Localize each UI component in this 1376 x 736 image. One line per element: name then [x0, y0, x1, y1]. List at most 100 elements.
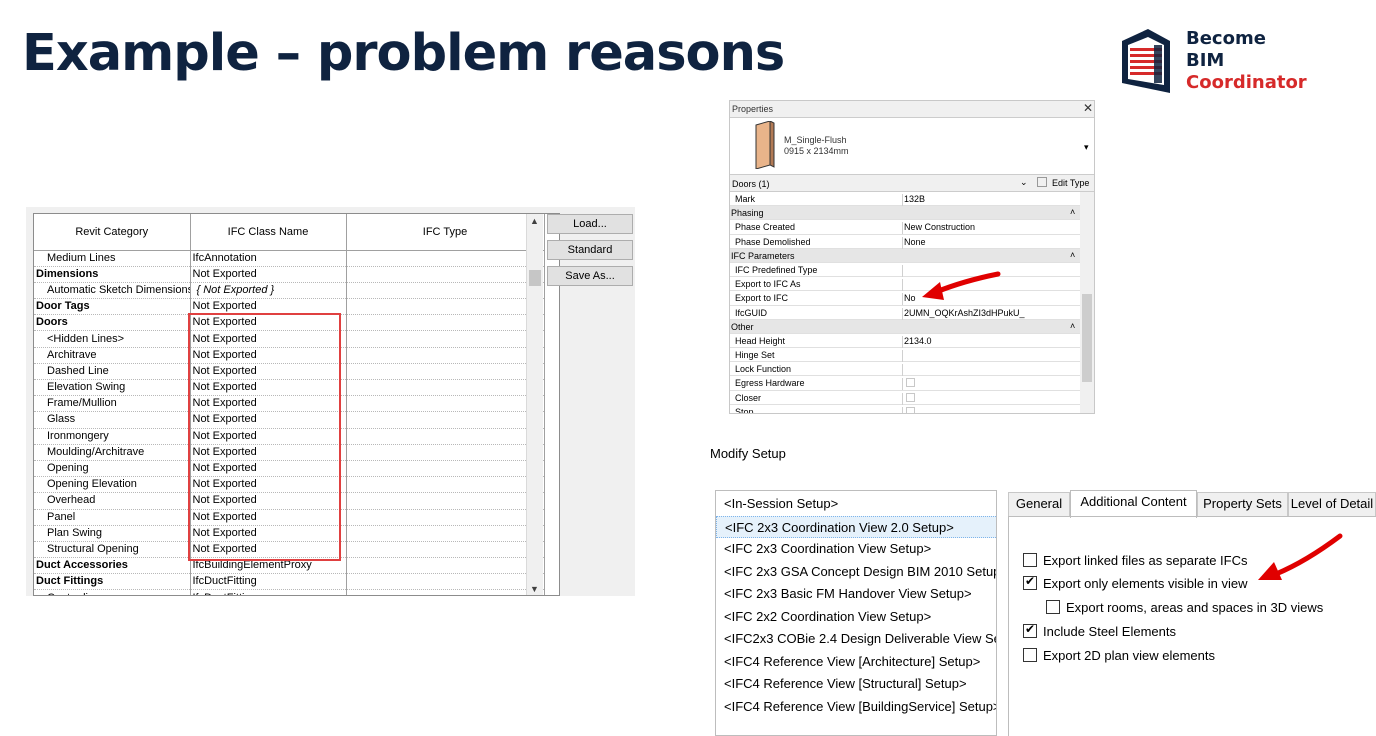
ifc-type-cell[interactable]: [346, 444, 545, 461]
ifc-type-cell[interactable]: [346, 314, 545, 332]
property-row[interactable]: Head Height 2134.0: [730, 333, 1080, 349]
ifc-type-cell[interactable]: [346, 525, 545, 542]
setup-list-item[interactable]: <IFC 2x2 Coordination View Setup>: [716, 606, 996, 628]
checkbox[interactable]: [1023, 622, 1037, 638]
property-value[interactable]: [902, 364, 1080, 377]
chevron-down-icon[interactable]: ▾: [1084, 142, 1089, 153]
setup-list-item[interactable]: <IFC 2x3 Coordination View 2.0 Setup>: [716, 515, 996, 538]
property-value[interactable]: 2134.0: [902, 335, 1080, 348]
ifc-type-cell[interactable]: [346, 298, 545, 316]
ifc-type-cell[interactable]: [346, 428, 545, 445]
close-icon[interactable]: ✕: [1083, 101, 1093, 115]
property-row[interactable]: Egress Hardware: [730, 376, 1080, 391]
property-group-header[interactable]: Phasing ˄: [730, 206, 1080, 221]
property-row[interactable]: Lock Function: [730, 362, 1080, 377]
scroll-thumb[interactable]: [529, 270, 541, 286]
option-row[interactable]: Include Steel Elements: [1023, 622, 1176, 639]
property-row[interactable]: Closer: [730, 390, 1080, 405]
ifc-type-cell[interactable]: [346, 557, 545, 575]
type-selector[interactable]: M_Single-Flush 0915 x 2134mm ▾: [730, 117, 1094, 175]
table-row[interactable]: Duct Fittings IfcDuctFitting: [34, 573, 545, 591]
property-row[interactable]: Export to IFC No: [730, 291, 1080, 306]
property-row[interactable]: Phase Demolished None: [730, 234, 1080, 249]
table-row[interactable]: Dimensions Not Exported: [34, 266, 545, 283]
tab-property-sets[interactable]: Property Sets: [1197, 492, 1288, 517]
ifc-class-name-cell[interactable]: Not Exported: [190, 266, 347, 283]
load-button[interactable]: Load...: [547, 214, 633, 234]
checkbox[interactable]: [906, 392, 915, 402]
property-value[interactable]: New Construction: [902, 222, 1080, 235]
property-value[interactable]: [902, 392, 1080, 405]
setup-list-item[interactable]: <In-Session Setup>: [716, 493, 996, 515]
ifc-type-cell[interactable]: [346, 509, 545, 526]
property-row[interactable]: IfcGUID 2UMN_OQKrAshZI3dHPukU_: [730, 305, 1080, 320]
property-row[interactable]: IFC Predefined Type: [730, 262, 1080, 278]
checkbox[interactable]: [1023, 553, 1037, 567]
checkbox[interactable]: [1046, 600, 1060, 614]
ifc-type-cell[interactable]: [346, 411, 545, 429]
tab-additional-content[interactable]: Additional Content: [1070, 490, 1197, 518]
setup-list-item[interactable]: <IFC 2x3 GSA Concept Design BIM 2010 Set…: [716, 561, 996, 583]
properties-scrollbar[interactable]: [1080, 192, 1094, 413]
setup-list-item[interactable]: <IFC2x3 COBie 2.4 Design Deliverable Vie…: [716, 628, 996, 650]
collapse-icon[interactable]: ˄: [1070, 250, 1075, 260]
checkbox[interactable]: [906, 406, 915, 413]
ifc-type-cell[interactable]: [346, 395, 545, 413]
ifc-class-name-cell[interactable]: { Not Exported }: [190, 282, 347, 300]
setup-list-item[interactable]: <IFC4 Reference View [Structural] Setup>: [716, 673, 996, 695]
chevron-down-icon[interactable]: ⌄: [1020, 177, 1028, 188]
ifc-type-cell[interactable]: [346, 330, 545, 348]
setup-list-item[interactable]: <IFC4 Reference View [BuildingService] S…: [716, 696, 996, 718]
property-group-header[interactable]: IFC Parameters ˄: [730, 248, 1080, 263]
property-group-header[interactable]: Other ˄: [730, 319, 1080, 334]
scroll-down-icon[interactable]: ▼: [530, 584, 539, 594]
mapping-scrollbar[interactable]: ▲ ▼: [526, 214, 543, 595]
checkbox[interactable]: [1023, 648, 1037, 662]
ifc-class-name-cell[interactable]: IfcDuctFitting: [190, 573, 347, 591]
property-row[interactable]: Export to IFC As: [730, 277, 1080, 292]
ifc-class-name-cell[interactable]: IfcDuctFitting: [190, 589, 347, 595]
ifc-class-name-cell[interactable]: IfcAnnotation: [190, 250, 347, 267]
checkbox[interactable]: [906, 378, 915, 388]
tab-general[interactable]: General: [1008, 492, 1070, 517]
ifc-type-cell[interactable]: [346, 541, 545, 559]
property-row[interactable]: Stop: [730, 404, 1080, 413]
column-header-ifc-class-name[interactable]: IFC Class Name: [190, 214, 347, 251]
save-as-button[interactable]: Save As...: [547, 266, 633, 286]
ifc-type-cell[interactable]: [346, 492, 545, 510]
property-value[interactable]: 2UMN_OQKrAshZI3dHPukU_: [902, 307, 1080, 320]
ifc-type-cell[interactable]: [346, 589, 545, 595]
setup-list-item[interactable]: <IFC4 Reference View [Architecture] Setu…: [716, 651, 996, 673]
standard-button[interactable]: Standard: [547, 240, 633, 260]
ifc-type-cell[interactable]: [346, 250, 545, 267]
ifc-type-cell[interactable]: [346, 573, 545, 591]
property-value[interactable]: [902, 378, 1080, 391]
table-row[interactable]: Center lineIfcDuctFitting: [34, 589, 545, 595]
property-value[interactable]: [902, 350, 1080, 363]
edit-type-button[interactable]: Edit Type: [1052, 178, 1089, 188]
property-value[interactable]: 132B: [902, 194, 1080, 206]
property-row[interactable]: Phase Created New Construction: [730, 220, 1080, 235]
ifc-type-cell[interactable]: [346, 266, 545, 283]
table-row[interactable]: Medium Lines IfcAnnotation: [34, 250, 545, 267]
column-header-revit-category[interactable]: Revit Category: [34, 214, 191, 251]
scroll-thumb[interactable]: [1082, 294, 1092, 382]
checkbox[interactable]: [1023, 574, 1037, 590]
collapse-icon[interactable]: ˄: [1070, 207, 1075, 217]
ifc-type-cell[interactable]: [346, 347, 545, 364]
table-row[interactable]: Automatic Sketch Dimensions{ Not Exporte…: [34, 282, 545, 300]
ifc-type-cell[interactable]: [346, 476, 545, 494]
setup-list-item[interactable]: <IFC 2x3 Coordination View Setup>: [716, 538, 996, 560]
option-row[interactable]: Export rooms, areas and spaces in 3D vie…: [1046, 600, 1323, 615]
property-value[interactable]: [902, 406, 1080, 413]
ifc-type-cell[interactable]: [346, 460, 545, 478]
setup-list-item[interactable]: <IFC 2x3 Basic FM Handover View Setup>: [716, 583, 996, 605]
option-row[interactable]: Export linked files as separate IFCs: [1023, 553, 1247, 568]
property-row[interactable]: Hinge Set: [730, 348, 1080, 363]
ifc-type-cell[interactable]: [346, 363, 545, 381]
option-row[interactable]: Export only elements visible in view: [1023, 574, 1247, 591]
column-header-ifc-type[interactable]: IFC Type: [346, 214, 545, 251]
edit-type-icon[interactable]: [1037, 177, 1047, 187]
ifc-type-cell[interactable]: [346, 379, 545, 397]
instance-filter[interactable]: Doors (1) ⌄ Edit Type: [730, 175, 1094, 192]
